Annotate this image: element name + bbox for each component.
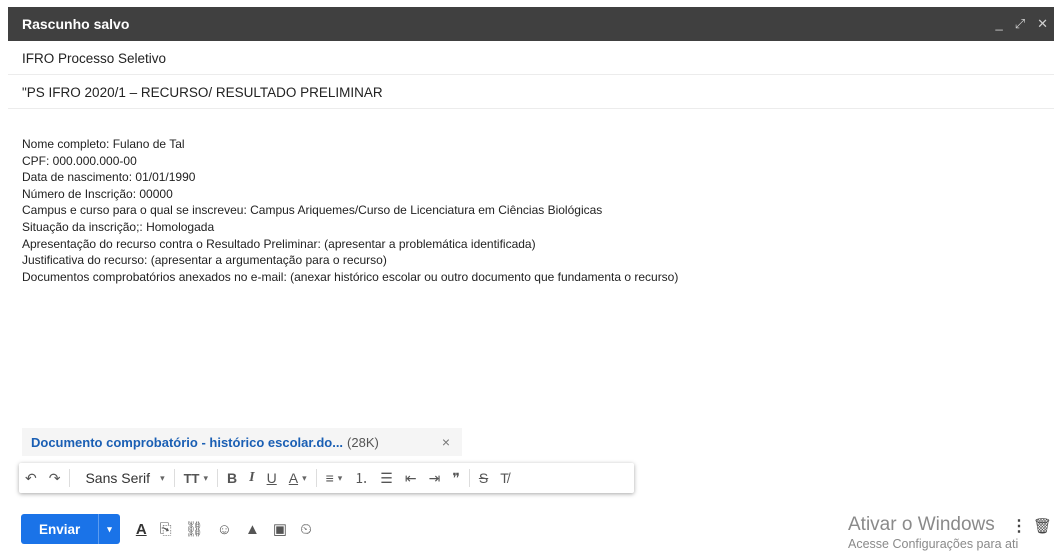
more-options-icon[interactable]: ⋮ [1011, 516, 1027, 536]
chevron-down-icon: ▾ [302, 472, 307, 483]
attachment-size: (28K) [347, 434, 379, 450]
drive-icon[interactable]: ▲ [245, 521, 260, 538]
bulleted-list-icon[interactable]: ☰ [374, 470, 399, 487]
text-size-icon: TT [183, 470, 200, 486]
insert-link-icon[interactable]: ⛓ [185, 520, 204, 538]
undo-icon[interactable]: ↶ [19, 470, 43, 487]
body-line: Justificativa do recurso: (apresentar a … [22, 253, 387, 268]
body-line: Campus e curso para o qual se inscreveu:… [22, 203, 603, 218]
body-line: Situação da inscrição;: Homologada [22, 219, 215, 234]
quote-icon[interactable]: ❞ [446, 470, 466, 487]
to-field[interactable]: IFRO Processo Seletivo [8, 42, 1054, 75]
underline-button[interactable]: U [261, 470, 283, 486]
align-button[interactable]: ≡ ▾ [320, 470, 349, 486]
send-button-group: Enviar ▾ [21, 514, 120, 544]
compose-footer: Enviar ▾ A ⎘ ⛓ ☺ ▲ ▣ ⏲ [21, 514, 312, 544]
footer-icons: A ⎘ ⛓ ☺ ▲ ▣ ⏲ [136, 520, 312, 539]
expand-icon[interactable]: ⤢ [1015, 16, 1025, 32]
body-line: Documentos comprobatórios anexados no e-… [22, 269, 679, 284]
window-title: Rascunho salvo [22, 16, 130, 32]
text-color-icon: A [288, 470, 299, 486]
chevron-down-icon: ▾ [337, 472, 343, 483]
text-size-button[interactable]: TT ▾ [178, 471, 214, 486]
chevron-down-icon: ▾ [203, 472, 209, 483]
minimize-icon[interactable]: _ [995, 16, 1002, 32]
confidential-mode-icon[interactable]: ⏲ [300, 521, 312, 538]
text-color-button[interactable]: A ▾ [283, 470, 313, 486]
message-body[interactable]: Nome completo: Fulano de Tal CPF: 000.00… [22, 136, 1032, 285]
body-line: Nome completo: Fulano de Tal [22, 137, 185, 151]
redo-icon[interactable]: ↷ [43, 470, 67, 487]
send-button[interactable]: Enviar [21, 522, 98, 537]
watermark-subtitle: Acesse Configurações para ati [848, 537, 1019, 551]
compose-titlebar: Rascunho salvo _ ⤢ ✕ [8, 7, 1054, 41]
subject-field[interactable]: "PS IFRO 2020/1 – RECURSO/ RESULTADO PRE… [8, 76, 1054, 109]
indent-more-icon[interactable]: ⇥ [423, 470, 447, 487]
strikethrough-icon[interactable]: S [473, 470, 494, 486]
close-icon[interactable]: ✕ [1037, 16, 1048, 32]
body-line: Apresentação do recurso contra o Resulta… [22, 236, 536, 251]
window-controls: _ ⤢ ✕ [995, 16, 1048, 32]
emoji-icon[interactable]: ☺ [217, 521, 232, 538]
clear-formatting-icon[interactable]: T̸ [494, 470, 515, 486]
attach-file-icon[interactable]: ⎘ [160, 521, 172, 538]
divider [173, 469, 175, 487]
divider [468, 469, 470, 487]
subject-text[interactable]: "PS IFRO 2020/1 – RECURSO/ RESULTADO PRE… [22, 85, 383, 100]
format-options-icon[interactable]: A [136, 521, 147, 538]
attachment-name[interactable]: Documento comprobatório - histórico esco… [31, 435, 343, 450]
chevron-down-icon: ▾ [160, 472, 165, 483]
numbered-list-icon[interactable]: ⒈ [348, 468, 374, 488]
divider [315, 469, 317, 487]
body-line: CPF: 000.000.000-00 [22, 153, 137, 168]
align-icon: ≡ [325, 470, 334, 486]
divider [69, 469, 71, 487]
bold-button[interactable]: B [221, 470, 243, 486]
discard-draft-icon[interactable]: 🗑 [1033, 517, 1052, 535]
watermark-title: Ativar o Windows [848, 514, 995, 535]
attachment-chip[interactable]: Documento comprobatório - histórico esco… [22, 428, 462, 456]
indent-less-icon[interactable]: ⇤ [399, 470, 423, 487]
font-label: Sans Serif [85, 470, 151, 486]
font-select[interactable]: Sans Serif ▾ [73, 470, 170, 486]
recipient[interactable]: IFRO Processo Seletivo [22, 51, 166, 66]
schedule-send-dropdown[interactable]: ▾ [98, 514, 120, 544]
body-line: Data de nascimento: 01/01/1990 [22, 170, 196, 185]
body-line: Número de Inscrição: 00000 [22, 186, 173, 201]
divider [217, 469, 219, 487]
insert-photo-icon[interactable]: ▣ [273, 520, 287, 538]
remove-attachment-icon[interactable]: × [442, 434, 450, 450]
formatting-toolbar: ↶ ↷ Sans Serif ▾ TT ▾ B I U A ▾ ≡ ▾ ⒈ ☰ … [19, 463, 634, 493]
italic-button[interactable]: I [243, 470, 260, 486]
windows-activation-watermark: Ativar o Windows Acesse Configurações pa… [848, 514, 1018, 551]
